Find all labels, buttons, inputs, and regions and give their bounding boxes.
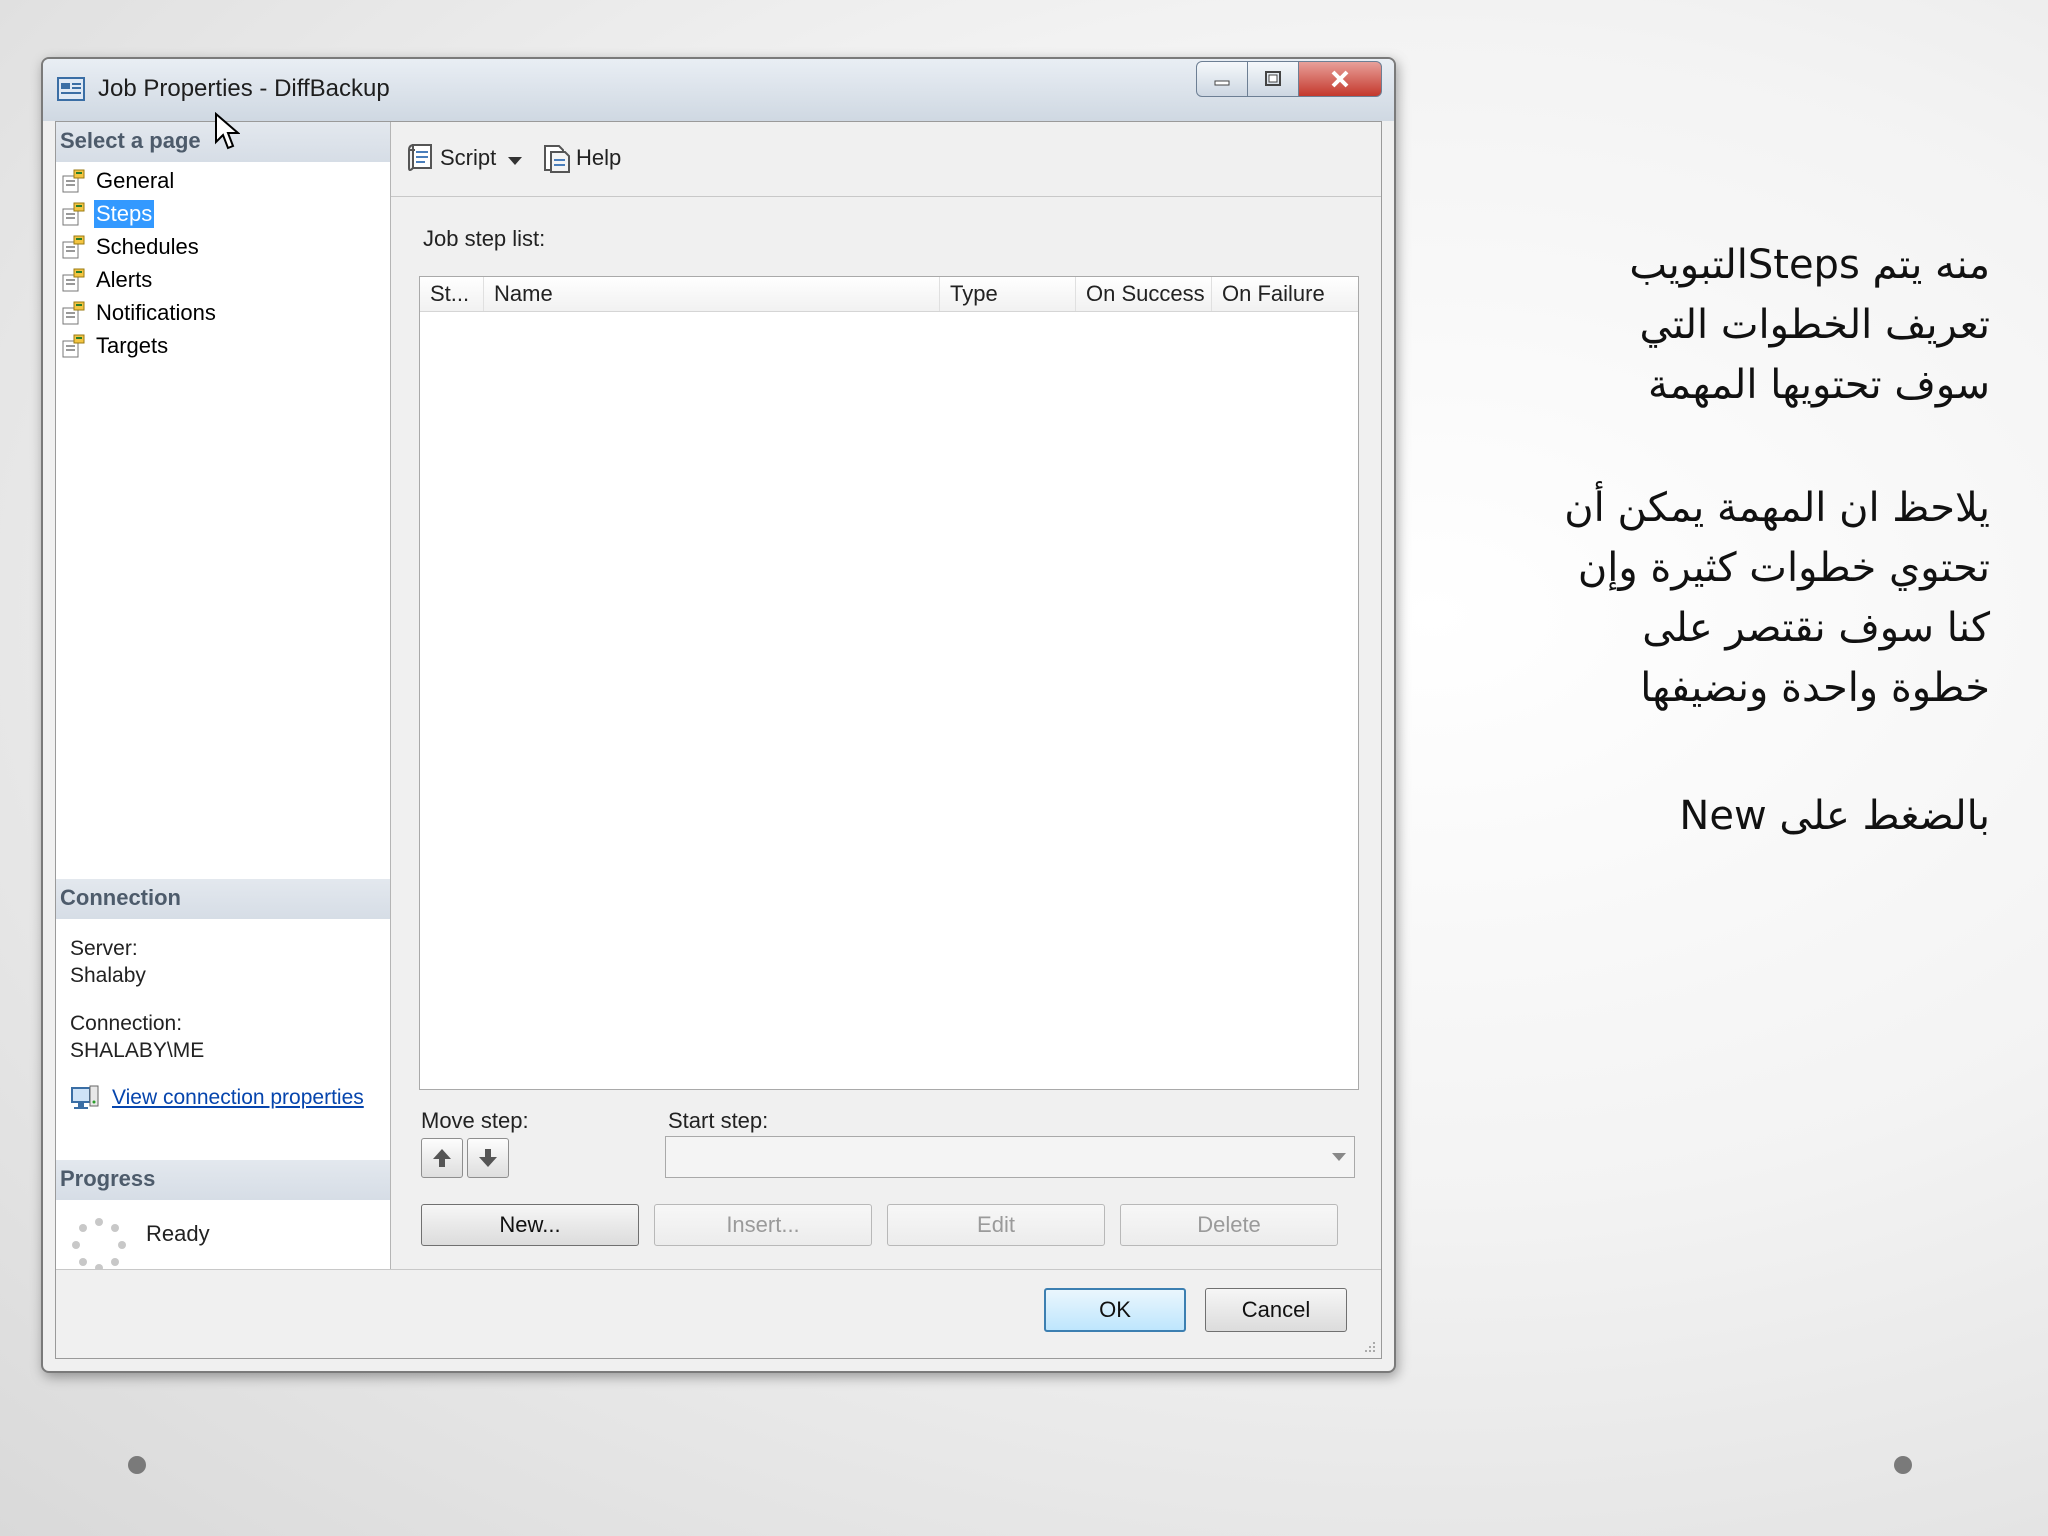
column-header-type[interactable]: Type: [940, 277, 1076, 311]
job-step-list-label: Job step list:: [423, 226, 546, 251]
window-controls: [1196, 61, 1382, 99]
column-header-step[interactable]: St...: [420, 277, 484, 311]
ok-button[interactable]: OK: [1044, 1288, 1186, 1332]
server-value: Shalaby: [70, 964, 146, 987]
page-icon: [62, 268, 85, 291]
minimize-icon: [1214, 80, 1230, 86]
delete-step-button[interactable]: Delete: [1120, 1204, 1338, 1246]
minimize-button[interactable]: [1196, 61, 1248, 97]
chevron-down-icon: [1332, 1153, 1346, 1161]
slide-text-line: تعريف الخطوات التي: [1639, 302, 1990, 348]
move-step-up-button[interactable]: [421, 1138, 463, 1178]
script-icon: [408, 144, 432, 171]
view-connection-properties-row: View connection properties: [70, 1084, 364, 1112]
server-label: Server:: [70, 937, 138, 960]
job-step-list[interactable]: St... Name Type On Success On Failure: [419, 276, 1359, 1090]
script-label: Script: [440, 145, 497, 170]
slide-decoration-dot: [128, 1456, 146, 1474]
slide-text-line: يلاحظ ان المهمة يمكن أن: [1564, 485, 1990, 531]
left-pane: Select a page General Steps Schedules Al…: [56, 122, 391, 1272]
nav-item-label: Notifications: [96, 299, 216, 325]
page-icon: [62, 301, 85, 324]
insert-step-button[interactable]: Insert...: [654, 1204, 872, 1246]
close-button[interactable]: [1298, 61, 1382, 97]
new-step-button[interactable]: New...: [421, 1204, 639, 1246]
connection-label: Connection:: [70, 1012, 183, 1035]
window-title: Job Properties - DiffBackup: [98, 75, 390, 102]
nav-item-alerts[interactable]: Alerts: [60, 263, 218, 296]
chevron-down-icon: [508, 157, 522, 165]
nav-item-label: Alerts: [96, 266, 153, 292]
connection-properties-icon: [71, 1085, 99, 1109]
slide-text-paragraph-1: منه يتم Stepsالتبويب تعريف الخطوات التي …: [1629, 235, 1990, 415]
slide-text-line: خطوة واحدة ونضيفها: [1640, 665, 1990, 711]
start-step-label: Start step:: [668, 1108, 769, 1133]
help-button[interactable]: Help: [541, 142, 621, 174]
window-app-icon: [57, 77, 85, 101]
close-icon: [1331, 70, 1349, 88]
arrow-up-icon: [433, 1149, 451, 1167]
nav-item-label: Targets: [96, 332, 169, 358]
maximize-icon: [1265, 71, 1281, 86]
page-icon: [62, 202, 85, 225]
nav-item-label: Schedules: [96, 233, 199, 259]
nav-item-targets[interactable]: Targets: [60, 329, 218, 362]
view-connection-properties-link[interactable]: View connection properties: [112, 1086, 364, 1110]
slide-text-line: بالضغط على New: [1679, 793, 1990, 839]
move-step-down-button[interactable]: [467, 1138, 509, 1178]
dialog-client-area: Select a page General Steps Schedules Al…: [55, 121, 1382, 1359]
nav-item-notifications[interactable]: Notifications: [60, 296, 218, 329]
arrow-down-icon: [479, 1149, 497, 1167]
right-pane: Script Help Job step list: St... Name Ty…: [391, 122, 1381, 1270]
toolbar: Script Help: [391, 122, 1381, 197]
title-bar[interactable]: Job Properties - DiffBackup: [43, 59, 1394, 121]
script-button[interactable]: Script: [405, 142, 496, 174]
page-icon: [62, 334, 85, 357]
script-dropdown-button[interactable]: [507, 156, 528, 166]
connection-header: Connection: [56, 879, 390, 919]
edit-step-button[interactable]: Edit: [887, 1204, 1105, 1246]
nav-item-label: General: [96, 167, 175, 193]
column-header-on-success[interactable]: On Success: [1076, 277, 1212, 311]
page-list: General Steps Schedules Alerts Notificat…: [60, 164, 218, 362]
slide-text-paragraph-2: يلاحظ ان المهمة يمكن أن تحتوي خطوات كثير…: [1564, 478, 1990, 718]
job-step-list-header: St... Name Type On Success On Failure: [420, 277, 1358, 312]
page-icon: [62, 235, 85, 258]
move-step-label: Move step:: [421, 1108, 529, 1133]
cancel-button[interactable]: Cancel: [1205, 1288, 1347, 1332]
start-step-select[interactable]: [665, 1136, 1355, 1178]
maximize-button[interactable]: [1247, 61, 1299, 97]
connection-value: SHALABY\ME: [70, 1039, 205, 1062]
progress-header: Progress: [56, 1160, 390, 1200]
progress-status: Ready: [146, 1221, 210, 1246]
mouse-cursor-icon: [215, 112, 240, 150]
slide-text-line: تحتوي خطوات كثيرة وإن: [1577, 545, 1990, 591]
nav-item-schedules[interactable]: Schedules: [60, 230, 218, 263]
column-header-on-failure[interactable]: On Failure: [1212, 277, 1358, 311]
column-header-name[interactable]: Name: [484, 277, 940, 311]
help-label: Help: [576, 145, 622, 170]
slide-text-line: كنا سوف نقتصر على: [1642, 605, 1990, 651]
progress-spinner-icon: [72, 1218, 126, 1272]
page-icon: [62, 169, 85, 192]
slide-text-line: منه يتم Stepsالتبويب: [1629, 242, 1990, 288]
slide-decoration-dot: [1894, 1456, 1912, 1474]
nav-item-label: Steps: [94, 199, 155, 228]
slide-text-paragraph-3: بالضغط على New: [1679, 786, 1990, 846]
dialog-footer: OK Cancel: [56, 1269, 1381, 1358]
job-properties-window: Job Properties - DiffBackup Select a pag…: [41, 57, 1396, 1373]
help-icon: [544, 145, 570, 173]
nav-item-steps[interactable]: Steps: [60, 197, 218, 230]
resize-grip-icon[interactable]: [1361, 1338, 1377, 1354]
nav-item-general[interactable]: General: [60, 164, 218, 197]
slide-text-line: سوف تحتويها المهمة: [1648, 362, 1990, 408]
